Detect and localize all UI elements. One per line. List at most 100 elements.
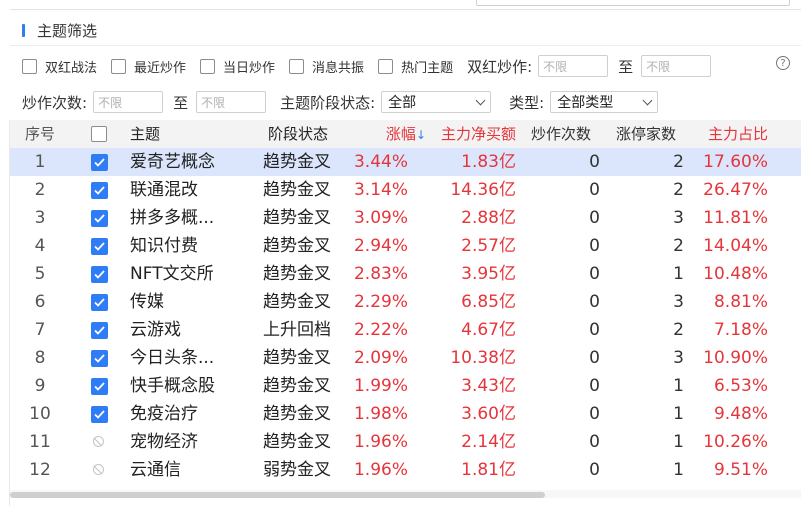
row-checkbox-checked[interactable] (91, 294, 108, 311)
row-theme: 知识付费 (130, 236, 198, 256)
row-theme: 云通信 (130, 460, 181, 480)
row-checkbox-checked[interactable] (91, 322, 108, 339)
row-index: 6 (34, 292, 46, 312)
row-checkbox-checked[interactable] (91, 182, 108, 199)
row-limit-up: 3 (673, 208, 684, 228)
row-stage: 趋势金叉 (263, 292, 331, 312)
col-header-stage[interactable]: 阶段状态 (268, 120, 328, 148)
row-stage: 趋势金叉 (263, 404, 331, 424)
checkmark-icon (91, 210, 108, 227)
row-net-buy: 10.38亿 (450, 348, 516, 368)
row-ratio: 10.26% (703, 432, 768, 452)
col-header-ratio[interactable]: 主力占比 (700, 120, 768, 148)
select-all-checkbox[interactable] (91, 126, 107, 142)
row-hype-count: 0 (589, 348, 600, 368)
table-body: 1 爱奇艺概念 趋势金叉 3.44% 1.83亿 0 2 17.60% 2 联通混改 趋势金叉 3.1… (10, 148, 801, 484)
col-header-change[interactable]: 涨幅↓ (354, 120, 426, 148)
col-header-net-buy[interactable]: 主力净买额 (430, 120, 516, 148)
row-stage: 趋势金叉 (263, 376, 331, 396)
table-row[interactable]: 7 云游戏 上升回档 2.22% 4.67亿 0 2 7.18% (10, 316, 801, 344)
sort-desc-icon: ↓ (415, 128, 426, 142)
row-ratio: 14.04% (703, 236, 768, 256)
filter-today-hype[interactable]: 当日炒作 (200, 57, 275, 76)
filter-shuanghong-zhanfa[interactable]: 双红战法 (22, 57, 97, 76)
row-theme: 传媒 (130, 292, 164, 312)
shuanghong-to-input[interactable]: 不限 (641, 55, 712, 77)
row-checkbox-checked[interactable] (91, 238, 108, 255)
row-change: 2.09% (353, 348, 408, 368)
row-checkbox-checked[interactable] (91, 154, 108, 171)
table-row[interactable]: 4 知识付费 趋势金叉 2.94% 2.57亿 0 2 14.04% (10, 232, 801, 260)
filter-row-ranges: 炒作次数: 不限 至 不限 主题阶段状态: 全部 类型: 全部类型 (22, 90, 659, 114)
table-row[interactable]: 6 传媒 趋势金叉 2.29% 6.85亿 0 3 8.81% (10, 288, 801, 316)
row-limit-up: 3 (673, 348, 684, 368)
table-row[interactable]: 8 今日头条... 趋势金叉 2.09% 10.38亿 0 3 10.90% (10, 344, 801, 372)
checkbox[interactable] (200, 58, 216, 74)
filter-hot-theme[interactable]: 热门主题 (378, 57, 453, 76)
row-change: 2.29% (353, 292, 408, 312)
checkbox[interactable] (111, 58, 127, 74)
row-hype-count: 0 (589, 404, 600, 424)
col-header-theme[interactable]: 主题 (130, 120, 160, 148)
hype-count-from-input[interactable]: 不限 (93, 91, 164, 113)
row-checkbox-disabled (91, 434, 108, 451)
row-ratio: 6.53% (713, 376, 768, 396)
chevron-down-icon (475, 95, 486, 105)
row-stage: 趋势金叉 (263, 208, 331, 228)
row-theme: 免疫治疗 (130, 404, 198, 424)
col-header-hype-count[interactable]: 炒作次数 (531, 120, 591, 148)
row-change: 1.98% (353, 404, 408, 424)
row-stage: 趋势金叉 (263, 264, 331, 284)
row-limit-up: 1 (673, 460, 684, 480)
table-row[interactable]: 12 云通信 弱势金叉 1.96% 1.81亿 0 1 9.51% (10, 456, 801, 484)
col-header-change-label: 涨幅 (385, 125, 416, 143)
checkbox[interactable] (289, 58, 305, 74)
checkmark-icon (91, 154, 108, 171)
table-row[interactable]: 3 拼多多概... 趋势金叉 3.09% 2.88亿 0 3 11.81% (10, 204, 801, 232)
row-checkbox-checked[interactable] (91, 350, 108, 367)
row-limit-up: 2 (673, 180, 684, 200)
checkbox[interactable] (378, 58, 394, 74)
help-icon[interactable]: ? (776, 56, 790, 70)
filter-recent-hype[interactable]: 最近炒作 (111, 57, 186, 76)
table-row[interactable]: 9 快手概念股 趋势金叉 1.99% 3.43亿 0 1 6.53% (10, 372, 801, 400)
row-theme: 联通混改 (130, 180, 198, 200)
table-row[interactable]: 10 免疫治疗 趋势金叉 1.98% 3.60亿 0 1 9.48% (10, 400, 801, 428)
stage-status-select[interactable]: 全部 (381, 91, 492, 113)
top-divider (10, 9, 801, 10)
top-search-input[interactable] (476, 0, 790, 6)
hype-count-to-label: 至 (173, 93, 189, 112)
col-header-limit-up[interactable]: 涨停家数 (616, 120, 676, 148)
checkbox-label: 消息共振 (312, 60, 365, 76)
checkbox[interactable] (22, 58, 37, 74)
row-checkbox-checked[interactable] (91, 266, 108, 283)
shuanghong-from-input[interactable]: 不限 (538, 55, 609, 77)
section-title: 主题筛选 (37, 21, 98, 40)
checkmark-icon (91, 378, 108, 395)
table-row[interactable]: 1 爱奇艺概念 趋势金叉 3.44% 1.83亿 0 2 17.60% (10, 148, 801, 176)
row-change: 1.99% (353, 376, 408, 396)
table-row[interactable]: 2 联通混改 趋势金叉 3.14% 14.36亿 0 2 26.47% (10, 176, 801, 204)
table-row[interactable]: 5 NFT文交所 趋势金叉 2.83% 3.95亿 0 1 10.48% (10, 260, 801, 288)
row-ratio: 17.60% (703, 152, 768, 172)
row-net-buy: 1.81亿 (461, 460, 516, 480)
row-checkbox-checked[interactable] (91, 406, 108, 423)
row-hype-count: 0 (589, 208, 600, 228)
row-index: 1 (34, 152, 46, 172)
row-stage: 上升回档 (263, 320, 331, 340)
filter-news-resonance[interactable]: 消息共振 (289, 57, 364, 76)
col-header-index[interactable]: 序号 (24, 120, 56, 148)
checkmark-icon (91, 266, 108, 283)
section-header: 主题筛选 (22, 20, 97, 40)
row-hype-count: 0 (589, 264, 600, 284)
chevron-down-icon (642, 95, 653, 105)
row-theme: 宠物经济 (130, 432, 198, 452)
table-row[interactable]: 11 宠物经济 趋势金叉 1.96% 2.14亿 0 1 10.26% (10, 428, 801, 456)
row-checkbox-checked[interactable] (91, 210, 108, 227)
horizontal-scrollbar-thumb[interactable] (10, 492, 545, 498)
type-select[interactable]: 全部类型 (550, 91, 659, 113)
hype-count-to-input[interactable]: 不限 (196, 91, 267, 113)
row-theme: 快手概念股 (130, 376, 215, 396)
row-checkbox-checked[interactable] (91, 378, 108, 395)
row-limit-up: 3 (673, 292, 684, 312)
